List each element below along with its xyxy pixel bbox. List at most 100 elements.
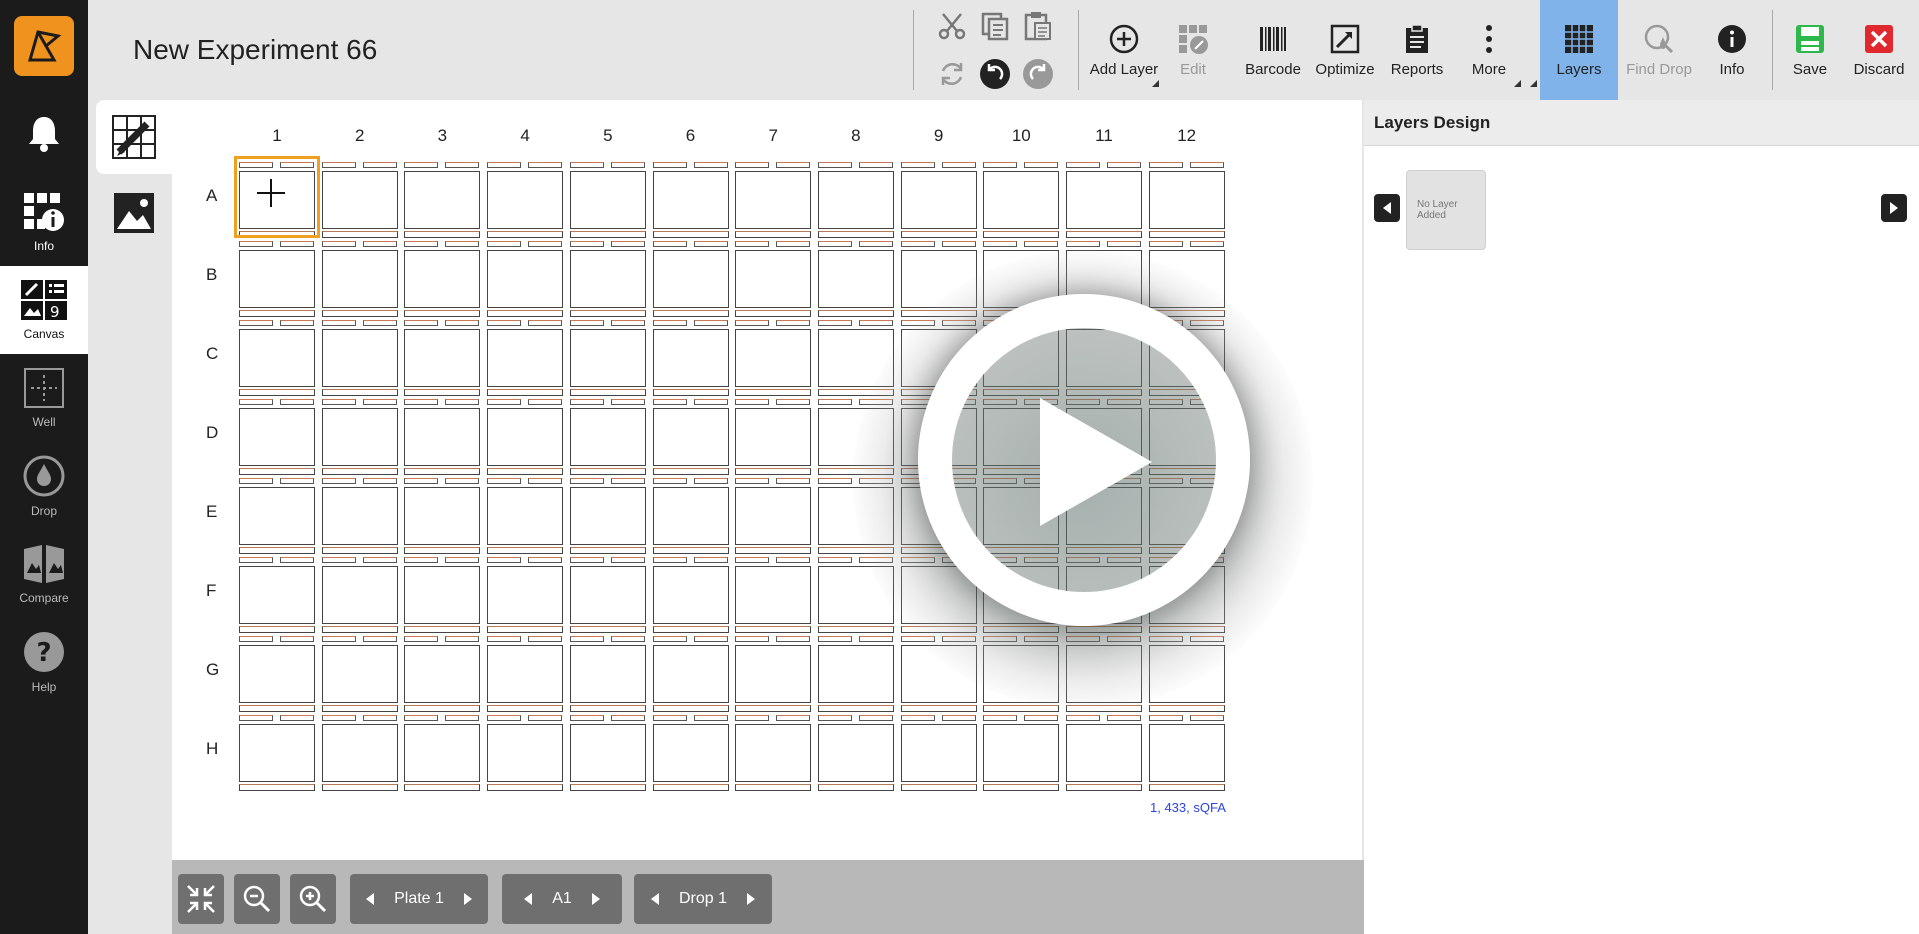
- plate-well[interactable]: [652, 715, 729, 791]
- drop-prev-icon[interactable]: [650, 893, 659, 905]
- plate-well[interactable]: [817, 162, 894, 238]
- layers-prev-button[interactable]: [1374, 194, 1400, 222]
- plate-well[interactable]: [321, 241, 398, 317]
- plate-well[interactable]: [983, 715, 1060, 791]
- plate-well[interactable]: [652, 241, 729, 317]
- plate-well[interactable]: [239, 557, 315, 633]
- discard-button[interactable]: Discard: [1844, 0, 1914, 100]
- redo-button[interactable]: [1020, 56, 1056, 92]
- plate-well[interactable]: [735, 162, 812, 238]
- plate-well[interactable]: [487, 715, 564, 791]
- plate-well[interactable]: [569, 715, 646, 791]
- fit-view-button[interactable]: [178, 874, 224, 924]
- plate-well[interactable]: [321, 320, 398, 396]
- edit-button[interactable]: Edit: [1162, 0, 1224, 100]
- plate-well[interactable]: [239, 320, 315, 396]
- drop-next-icon[interactable]: [747, 893, 756, 905]
- plate-well[interactable]: [321, 478, 398, 554]
- plate-well[interactable]: [652, 557, 729, 633]
- plate-well[interactable]: [652, 399, 729, 475]
- plate-well[interactable]: [569, 636, 646, 712]
- plate-well[interactable]: [404, 241, 481, 317]
- cut-button[interactable]: [934, 8, 970, 44]
- plate-prev-icon[interactable]: [366, 893, 375, 905]
- plate-well[interactable]: [735, 241, 812, 317]
- plate-well[interactable]: [569, 478, 646, 554]
- tab-design[interactable]: [96, 100, 172, 174]
- plate-well[interactable]: [404, 320, 481, 396]
- swap-button[interactable]: [934, 56, 970, 92]
- plate-well[interactable]: [487, 241, 564, 317]
- plate-well[interactable]: [652, 162, 729, 238]
- plate-well[interactable]: [652, 478, 729, 554]
- layers-button[interactable]: Layers: [1540, 0, 1618, 100]
- plate-well[interactable]: [900, 715, 977, 791]
- plate-well[interactable]: [321, 162, 398, 238]
- plate-well[interactable]: [735, 478, 812, 554]
- plate-well[interactable]: [487, 478, 564, 554]
- plate-well[interactable]: [983, 162, 1060, 238]
- info-button[interactable]: Info: [1700, 0, 1764, 100]
- well-next-icon[interactable]: [591, 893, 600, 905]
- sidebar-item-info[interactable]: Info: [0, 178, 88, 266]
- plate-well[interactable]: [900, 162, 977, 238]
- plate-well[interactable]: [321, 399, 398, 475]
- plate-well[interactable]: [569, 162, 646, 238]
- plate-well[interactable]: [239, 241, 315, 317]
- plate-well[interactable]: [487, 162, 564, 238]
- plate-well[interactable]: [404, 715, 481, 791]
- plate-well[interactable]: [404, 557, 481, 633]
- sidebar-item-notifications[interactable]: [0, 92, 88, 180]
- plate-well[interactable]: [817, 715, 894, 791]
- find-drop-button[interactable]: Find Drop: [1620, 0, 1698, 100]
- plate-well[interactable]: [735, 320, 812, 396]
- plate-well[interactable]: [321, 636, 398, 712]
- plate-well[interactable]: [404, 162, 481, 238]
- plate-well[interactable]: [817, 241, 894, 317]
- sidebar-item-help[interactable]: ? Help: [0, 618, 88, 706]
- app-logo[interactable]: [14, 16, 74, 76]
- plate-well[interactable]: [487, 557, 564, 633]
- plate-well[interactable]: [1148, 715, 1225, 791]
- layers-next-button[interactable]: [1881, 194, 1907, 222]
- plate-well[interactable]: [404, 478, 481, 554]
- plate-well[interactable]: [239, 636, 315, 712]
- zoom-out-button[interactable]: [234, 874, 280, 924]
- plate-well[interactable]: [487, 636, 564, 712]
- plate-well[interactable]: [404, 399, 481, 475]
- sidebar-item-compare[interactable]: Compare: [0, 530, 88, 618]
- plate-well[interactable]: [239, 399, 315, 475]
- plate-well[interactable]: [404, 636, 481, 712]
- plate-well[interactable]: [569, 241, 646, 317]
- add-layer-button[interactable]: Add Layer: [1088, 0, 1160, 100]
- plate-well[interactable]: [735, 557, 812, 633]
- zoom-in-button[interactable]: [290, 874, 336, 924]
- plate-well[interactable]: [239, 478, 315, 554]
- plate-well[interactable]: [321, 557, 398, 633]
- plate-well[interactable]: [652, 320, 729, 396]
- plate-well[interactable]: [652, 636, 729, 712]
- plate-well[interactable]: [569, 399, 646, 475]
- plate-well[interactable]: [1066, 715, 1142, 791]
- plate-next-icon[interactable]: [463, 893, 472, 905]
- sidebar-item-drop[interactable]: Drop: [0, 442, 88, 530]
- reports-button[interactable]: Reports: [1382, 0, 1452, 100]
- plate-well[interactable]: [239, 715, 315, 791]
- barcode-button[interactable]: Barcode: [1238, 0, 1308, 100]
- save-button[interactable]: Save: [1778, 0, 1842, 100]
- plate-well[interactable]: [1148, 162, 1225, 238]
- plate-well[interactable]: [735, 715, 812, 791]
- well-prev-icon[interactable]: [524, 893, 533, 905]
- plate-well[interactable]: [735, 399, 812, 475]
- plate-well[interactable]: [735, 636, 812, 712]
- optimize-button[interactable]: Optimize: [1310, 0, 1380, 100]
- plate-well[interactable]: [487, 320, 564, 396]
- paste-button[interactable]: [1020, 8, 1056, 44]
- sidebar-item-well[interactable]: Well: [0, 354, 88, 442]
- plate-well[interactable]: [321, 715, 398, 791]
- plate-well[interactable]: [1066, 162, 1142, 238]
- undo-button[interactable]: [977, 56, 1013, 92]
- plate-well[interactable]: [569, 320, 646, 396]
- plate-well[interactable]: [817, 636, 894, 712]
- copy-button[interactable]: [977, 8, 1013, 44]
